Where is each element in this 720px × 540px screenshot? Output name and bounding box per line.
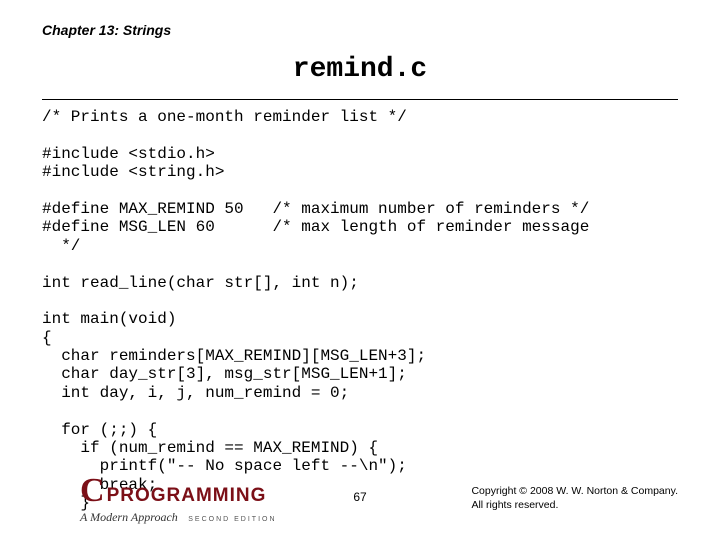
logo-letter-c: C — [80, 474, 105, 508]
copyright-line-2: All rights reserved. — [471, 498, 678, 512]
book-logo: C PROGRAMMING A Modern Approach SECOND E… — [80, 474, 340, 526]
chapter-heading: Chapter 13: Strings — [42, 22, 678, 38]
title-divider — [42, 99, 678, 100]
page-number: 67 — [353, 490, 366, 504]
code-listing: /* Prints a one-month reminder list */ #… — [42, 108, 678, 513]
copyright-line-1: Copyright © 2008 W. W. Norton & Company. — [471, 484, 678, 498]
logo-edition: SECOND EDITION — [188, 516, 276, 523]
logo-top-row: C PROGRAMMING — [80, 474, 340, 508]
slide-footer: C PROGRAMMING A Modern Approach SECOND E… — [0, 470, 720, 526]
logo-subtitle-row: A Modern Approach SECOND EDITION — [80, 508, 340, 526]
logo-word-programming: PROGRAMMING — [107, 486, 267, 505]
logo-subtitle: A Modern Approach — [80, 510, 178, 524]
slide-page: Chapter 13: Strings remind.c /* Prints a… — [0, 0, 720, 540]
page-title: remind.c — [42, 54, 678, 85]
copyright-notice: Copyright © 2008 W. W. Norton & Company.… — [471, 484, 678, 512]
